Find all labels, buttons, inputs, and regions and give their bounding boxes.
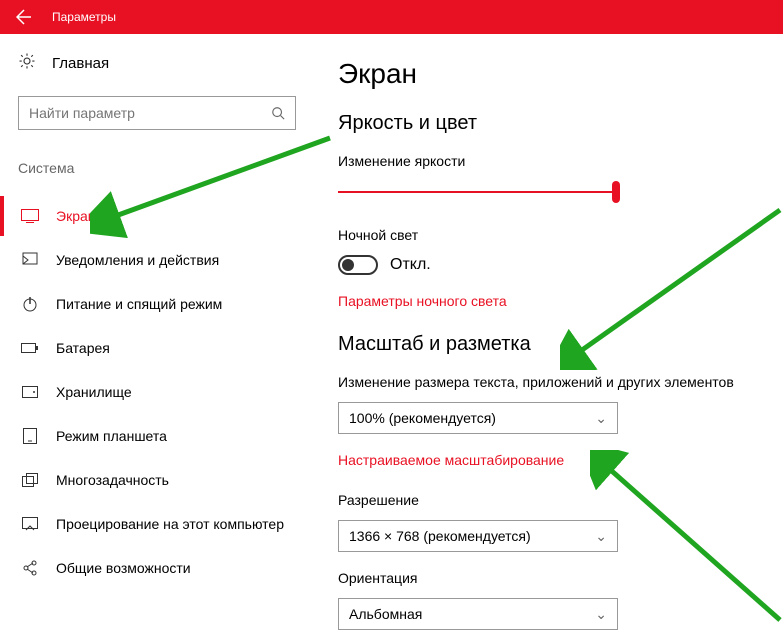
multitasking-icon [20,473,40,487]
main-content: Экран Яркость и цвет Изменение яркости Н… [310,34,783,644]
sidebar-item-label: Проецирование на этот компьютер [56,516,284,532]
window-title: Параметры [52,10,116,24]
sidebar-item-power[interactable]: Питание и спящий режим [18,282,298,326]
sidebar-item-label: Уведомления и действия [56,252,219,268]
back-button[interactable] [0,0,48,34]
sidebar-item-notifications[interactable]: Уведомления и действия [18,238,298,282]
home-label: Главная [52,55,109,72]
orientation-value: Альбомная [349,606,422,622]
sidebar-item-label: Питание и спящий режим [56,296,222,312]
storage-icon [20,386,40,398]
night-light-state: Откл. [390,256,431,274]
page-title: Экран [338,58,769,90]
custom-scaling-link[interactable]: Настраиваемое масштабирование [338,452,769,468]
power-icon [20,296,40,312]
slider-track [338,191,620,193]
sidebar-item-label: Хранилище [56,384,132,400]
shared-icon [20,560,40,576]
sidebar-item-shared[interactable]: Общие возможности [18,546,298,590]
chevron-down-icon: ⌄ [595,606,607,623]
scale-value: 100% (рекомендуется) [349,410,496,426]
scale-label: Изменение размера текста, приложений и д… [338,374,769,390]
night-light-settings-link[interactable]: Параметры ночного света [338,293,769,309]
sidebar-item-label: Режим планшета [56,428,167,444]
resolution-value: 1366 × 768 (рекомендуется) [349,528,531,544]
sidebar-item-label: Экран [56,208,96,224]
sidebar-item-projecting[interactable]: Проецирование на этот компьютер [18,502,298,546]
sidebar-item-multitasking[interactable]: Многозадачность [18,458,298,502]
search-icon [271,106,285,120]
night-light-toggle[interactable] [338,255,378,275]
night-light-label: Ночной свет [338,227,769,243]
back-arrow-icon [16,9,32,25]
sidebar-item-tablet[interactable]: Режим планшета [18,414,298,458]
search-box[interactable] [18,96,296,130]
scale-select[interactable]: 100% (рекомендуется) ⌄ [338,402,618,434]
display-icon [20,209,40,223]
toggle-knob [342,259,354,271]
scale-section-title: Масштаб и разметка [338,333,769,356]
search-input[interactable] [29,105,271,121]
brightness-label: Изменение яркости [338,153,769,169]
slider-thumb[interactable] [612,181,620,203]
category-label: Система [18,160,298,176]
brightness-section-title: Яркость и цвет [338,112,769,135]
chevron-down-icon: ⌄ [595,528,607,545]
resolution-label: Разрешение [338,492,769,508]
sidebar-item-display[interactable]: Экран [18,194,298,238]
sidebar-item-storage[interactable]: Хранилище [18,370,298,414]
gear-icon [18,52,36,74]
sidebar-item-label: Общие возможности [56,560,191,576]
chevron-down-icon: ⌄ [595,410,607,427]
orientation-label: Ориентация [338,570,769,586]
notification-icon [20,252,40,268]
title-bar: Параметры [0,0,783,34]
home-link[interactable]: Главная [18,52,298,74]
resolution-select[interactable]: 1366 × 768 (рекомендуется) ⌄ [338,520,618,552]
projecting-icon [20,517,40,531]
sidebar-item-battery[interactable]: Батарея [18,326,298,370]
sidebar-item-label: Батарея [56,340,110,356]
brightness-slider[interactable] [338,181,620,203]
sidebar-item-label: Многозадачность [56,472,169,488]
battery-icon [20,342,40,354]
orientation-select[interactable]: Альбомная ⌄ [338,598,618,630]
tablet-icon [20,428,40,444]
sidebar: Главная Система Экран Уведомления и дейс… [0,34,310,644]
